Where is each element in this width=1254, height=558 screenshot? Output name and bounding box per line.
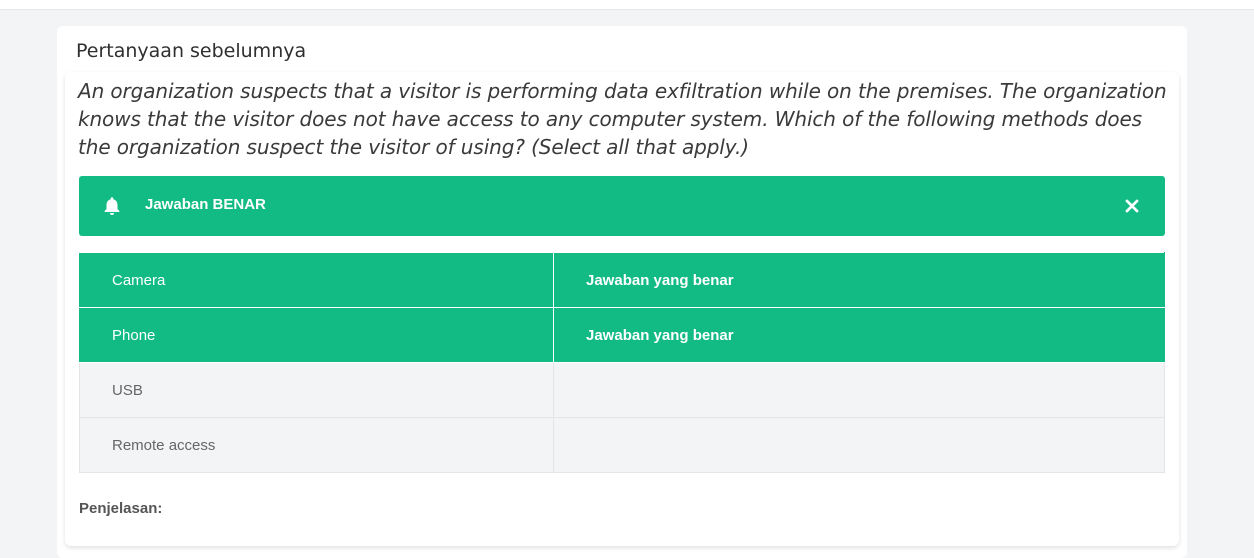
alert-message: Jawaban BENAR	[145, 196, 266, 213]
option-label: Camera	[79, 252, 554, 308]
question-card: Pertanyaan sebelumnya An organization su…	[57, 26, 1187, 558]
question-text: An organization suspects that a visitor …	[78, 79, 1167, 159]
table-row: Camera Jawaban yang benar	[79, 252, 1165, 308]
option-status: Jawaban yang benar	[553, 307, 1165, 363]
correct-answer-alert: Jawaban BENAR	[79, 176, 1165, 236]
previous-question-title: Pertanyaan sebelumnya	[76, 40, 307, 62]
explanation-label: Penjelasan:	[79, 500, 163, 517]
close-icon[interactable]	[1121, 195, 1143, 217]
option-label: Remote access	[79, 417, 554, 473]
table-row: Remote access	[79, 417, 1165, 473]
table-row: USB	[79, 362, 1165, 418]
option-label: Phone	[79, 307, 554, 363]
option-status	[553, 417, 1165, 473]
top-bar	[0, 0, 1254, 10]
option-label: USB	[79, 362, 554, 418]
bell-icon	[104, 197, 120, 215]
option-status: Jawaban yang benar	[553, 252, 1165, 308]
answer-table: Camera Jawaban yang benar Phone Jawaban …	[79, 252, 1165, 473]
table-row: Phone Jawaban yang benar	[79, 307, 1165, 363]
question-panel: An organization suspects that a visitor …	[65, 72, 1179, 546]
option-status	[553, 362, 1165, 418]
